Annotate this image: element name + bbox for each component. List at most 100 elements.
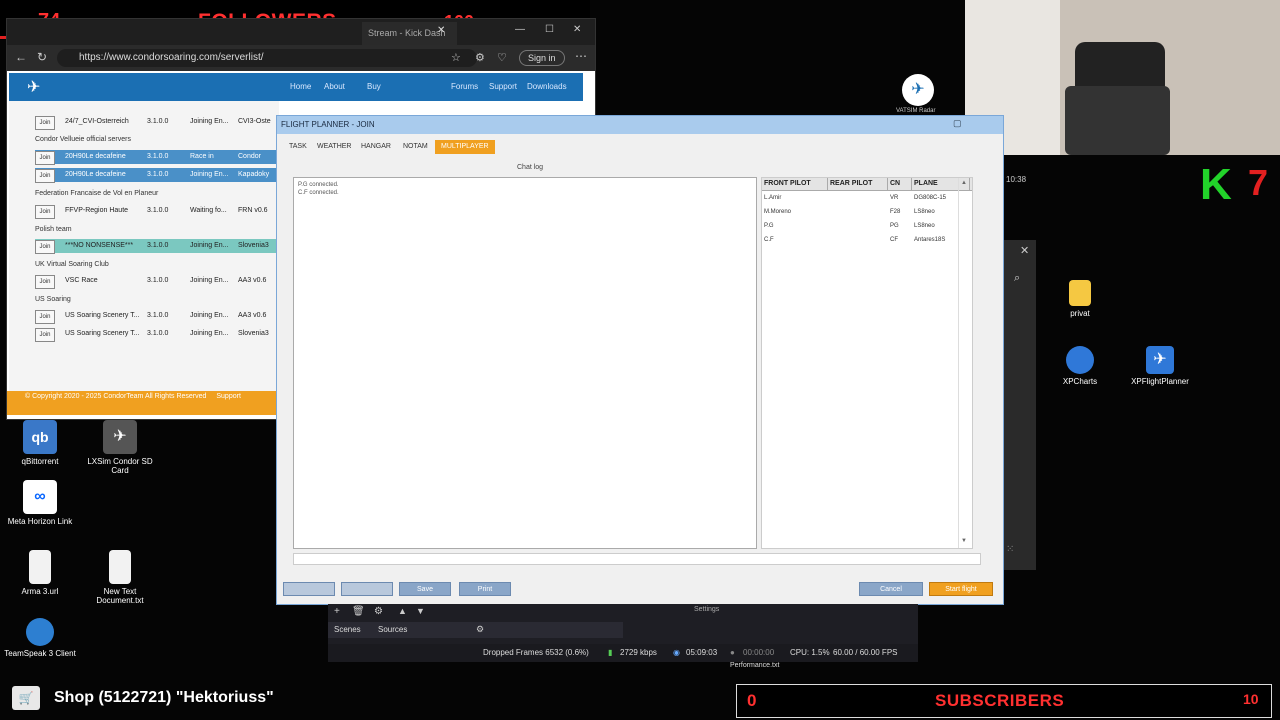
minimize-icon[interactable]: — [515, 24, 525, 35]
join-button[interactable]: Join [35, 328, 55, 342]
delete-icon[interactable]: 🗑 [352, 606, 365, 617]
cart-icon: 🛒 [12, 686, 40, 710]
extensions-icon[interactable]: ⚙ [475, 51, 485, 64]
icon-label: LXSim Condor SD Card [87, 457, 153, 475]
chat-line: P.G connected. [298, 182, 339, 188]
icon-label: Meta Horizon Link [7, 517, 73, 526]
pilot-row[interactable]: M.Moreno F28 LS8neo [762, 205, 972, 219]
join-button[interactable]: Join [35, 275, 55, 289]
server-row[interactable]: Join VSC Race 3.1.0.0 Joining En... AA3 … [35, 274, 279, 289]
desktop-icon-meta[interactable]: ∞ Meta Horizon Link [0, 480, 80, 526]
join-button[interactable]: Join [35, 205, 55, 219]
icon-label: XPFlightPlanner [1131, 377, 1189, 386]
server-version: 3.1.0.0 [147, 277, 169, 284]
column-rear-pilot[interactable]: REAR PILOT [828, 178, 888, 190]
search-icon[interactable]: ⌕ [1014, 272, 1020, 285]
scroll-down-icon[interactable]: ▼ [961, 538, 967, 544]
server-row[interactable]: Join 20H90Le decafeine 3.1.0.0 Race in C… [35, 150, 279, 165]
nav-buy[interactable]: Buy [367, 82, 381, 91]
more-menu-icon[interactable]: ⋯ [575, 49, 587, 63]
scroll-up-icon[interactable]: ▲ [961, 180, 967, 186]
server-row[interactable]: Join US Soaring Scenery T... 3.1.0.0 Joi… [35, 327, 279, 342]
desktop-icon-teamspeak[interactable]: TeamSpeak 3 Client [0, 618, 80, 658]
favorites-icon[interactable]: ♡ [497, 51, 507, 64]
pilot-list[interactable]: FRONT PILOT REAR PILOT CN PLANE L.Amir V… [761, 177, 973, 549]
tab-multiplayer[interactable]: MULTIPLAYER [435, 140, 495, 154]
browser-tabbar [7, 19, 595, 45]
join-button[interactable]: Join [35, 151, 55, 165]
server-row[interactable]: Join 20H90Le decafeine 3.1.0.0 Joining E… [35, 168, 279, 183]
nav-forums[interactable]: Forums [451, 82, 478, 91]
move-up-icon[interactable]: ▲ [398, 606, 407, 616]
join-button[interactable]: Join [35, 116, 55, 130]
add-icon[interactable]: + [334, 606, 340, 617]
nav-support[interactable]: Support [489, 82, 517, 91]
desktop-icon-qbittorrent[interactable]: qb qBittorrent [0, 420, 80, 466]
move-down-icon[interactable]: ▼ [416, 606, 425, 616]
save-button[interactable]: Save [399, 582, 451, 596]
server-name: VSC Race [65, 277, 98, 284]
join-button[interactable]: Join [35, 310, 55, 324]
column-front-pilot[interactable]: FRONT PILOT [762, 178, 828, 190]
vatsim-radar-label: VATSIM Radar [896, 108, 936, 114]
tab-sources[interactable]: Sources [372, 622, 413, 638]
condor-logo[interactable]: ✈ [27, 77, 40, 97]
sign-in-button[interactable]: Sign in [519, 50, 565, 66]
desktop-icon-xpflightplanner[interactable]: ✈ XPFlightPlanner [1120, 346, 1200, 386]
server-status: Waiting fo... [190, 207, 227, 214]
star-icon[interactable]: ☆ [451, 51, 461, 64]
cn: CF [890, 237, 898, 243]
icon-label: qBittorrent [21, 457, 59, 466]
server-version: 3.1.0.0 [147, 171, 169, 178]
settings-gear-icon[interactable]: ⚙ [374, 606, 383, 617]
settings-button[interactable]: Settings [694, 606, 719, 613]
print-button[interactable]: Print [459, 582, 511, 596]
server-row[interactable]: Join ***NO NONSENSE*** 3.1.0.0 Joining E… [35, 239, 279, 254]
footer-support-link[interactable]: Support [216, 393, 241, 400]
pilot-row[interactable]: P.G PG LS8neo [762, 219, 972, 233]
close-icon[interactable]: ✕ [1020, 244, 1029, 257]
dialog-close-icon[interactable]: ▢ [953, 118, 962, 129]
desktop-icon-privat[interactable]: privat [1040, 280, 1120, 318]
tab-scenes[interactable]: Scenes [328, 622, 367, 638]
server-row[interactable]: Join US Soaring Scenery T... 3.1.0.0 Joi… [35, 309, 279, 324]
nav-about[interactable]: About [324, 82, 345, 91]
reload-icon[interactable]: ↻ [37, 50, 47, 64]
desktop-icon-arma[interactable]: Arma 3.url [0, 550, 80, 596]
chat-input[interactable] [293, 553, 981, 565]
chat-log[interactable]: P.G connected. C.F connected. [293, 177, 757, 549]
cn: VR [890, 195, 899, 201]
desktop-icon-xpcharts[interactable]: XPCharts [1040, 346, 1120, 386]
cancel-button[interactable]: Cancel [859, 582, 923, 596]
pilot-row[interactable]: L.Amir VR DG808C-15 [762, 191, 972, 205]
obs-gear-icon[interactable]: ⚙ [476, 624, 484, 635]
desktop-icon-lxsim[interactable]: ✈ LXSim Condor SD Card [80, 420, 160, 475]
server-row[interactable]: Join FFVP-Region Haute 3.1.0.0 Waiting f… [35, 204, 279, 219]
pilot-list-scrollbar[interactable]: ▲ ▼ [958, 178, 971, 548]
fps: 60.00 / 60.00 FPS [833, 648, 898, 657]
vatsim-radar-icon[interactable]: ✈ [902, 74, 934, 106]
nav-downloads[interactable]: Downloads [527, 82, 567, 91]
column-cn[interactable]: CN [888, 178, 912, 190]
start-flight-button[interactable]: Start flight [929, 582, 993, 596]
maximize-icon[interactable]: ☐ [545, 24, 554, 35]
url-field[interactable]: https://www.condorsoaring.com/serverlist… [57, 49, 477, 67]
close-tab-icon[interactable]: ✕ [437, 25, 445, 36]
pilot-row[interactable]: C.F CF Antares18S [762, 233, 972, 247]
dropped-frames: Dropped Frames 6532 (0.6%) [483, 648, 589, 657]
broadcast-icon: ◉ [673, 648, 680, 657]
desktop-icon-newtext[interactable]: New Text Document.txt [80, 550, 160, 605]
server-name: ***NO NONSENSE*** [65, 242, 134, 249]
tab-hangar[interactable]: HANGAR [355, 140, 397, 154]
tab-weather[interactable]: WEATHER [311, 140, 357, 154]
tab-task[interactable]: TASK [283, 140, 313, 154]
join-button[interactable]: Join [35, 169, 55, 183]
grid-icon[interactable]: ⁙ [1006, 544, 1014, 555]
nav-home[interactable]: Home [290, 82, 311, 91]
back-icon[interactable]: ← [15, 50, 27, 64]
close-window-icon[interactable]: ✕ [573, 24, 581, 35]
join-button[interactable]: Join [35, 240, 55, 254]
tab-notam[interactable]: NOTAM [397, 140, 434, 154]
front-pilot: C.F [764, 237, 774, 243]
server-row[interactable]: Join 24/7_CVI-Osterreich 3.1.0.0 Joining… [35, 115, 279, 130]
